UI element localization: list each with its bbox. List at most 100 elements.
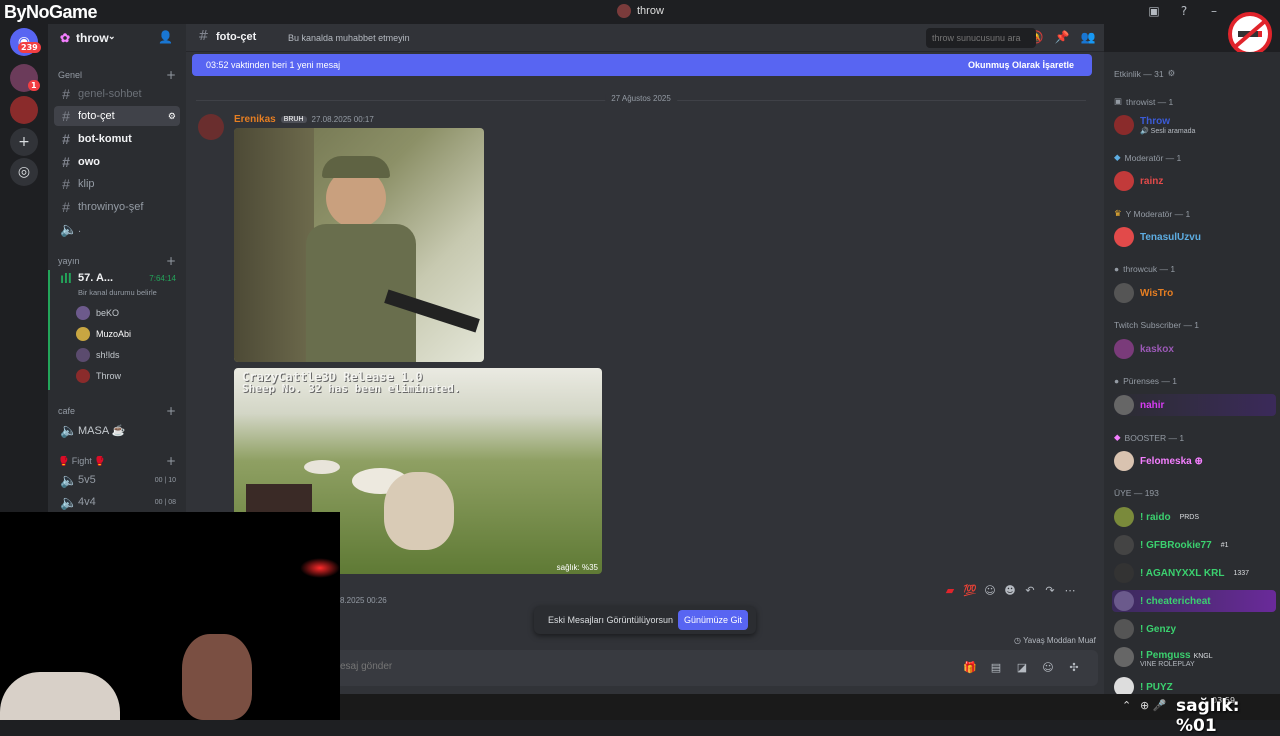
activity-header: Etkinlik — 31 ⚙ [1114, 68, 1175, 79]
role-icon: ● [1114, 264, 1120, 274]
attachment-image-soldier[interactable] [234, 128, 484, 362]
add-server-icon[interactable]: + [10, 128, 38, 156]
channel-status[interactable]: Bir kanal durumu belirle [78, 288, 157, 297]
emoji-icon[interactable]: ☺ [1040, 660, 1056, 676]
channel-sidebar: ✿ throw ⌄ 👤 Genel + # genel-sohbet # fot… [48, 24, 186, 514]
channel-throwinyo-sef[interactable]: # throwinyo-şef [54, 197, 180, 217]
voice-user[interactable]: MuzoAbi [76, 327, 131, 341]
new-messages-banner[interactable]: 03:52 vaktinden beri 1 yeni mesaj Okunmu… [192, 54, 1092, 76]
channel-dot[interactable]: 🔈 . [54, 219, 180, 239]
avatar [1114, 171, 1134, 191]
old-messages-bar: Eski Mesajları Görüntülüyorsun Günümüze … [534, 606, 756, 634]
invite-icon[interactable]: 👤 [158, 30, 173, 44]
member-row[interactable]: rainz [1112, 170, 1276, 192]
gift-icon[interactable]: 🎁 [962, 660, 978, 676]
channel-foto-cet[interactable]: # foto-çet ⚙ [54, 106, 180, 126]
member-row[interactable]: ! Pemguss KNGL VINE ROLEPLAY [1112, 646, 1276, 668]
channel-label: MASA ☕ [78, 424, 126, 437]
channel-genel-sohbet[interactable]: # genel-sohbet [54, 84, 180, 104]
search-input[interactable] [926, 28, 1036, 48]
category-yayin[interactable]: yayın [58, 256, 80, 266]
new-messages-text: 03:52 vaktinden beri 1 yeni mesaj [206, 60, 341, 70]
message-author[interactable]: Erenikas [234, 114, 276, 125]
member-row[interactable]: kaskox [1112, 338, 1276, 360]
member-row[interactable]: Throw 🔊 Sesli aramada [1112, 114, 1276, 136]
voice-user-name: sh!lds [96, 350, 120, 360]
role-title: ÜYE — 193 [1114, 488, 1159, 498]
voice-user[interactable]: sh!lds [76, 348, 120, 362]
member-row[interactable]: WisTro [1112, 282, 1276, 304]
pin-icon[interactable]: 📌 [1054, 30, 1070, 46]
reply-icon[interactable]: ↶ [1022, 583, 1038, 599]
voice-channel-masa[interactable]: 🔈 MASA ☕ [54, 420, 180, 440]
member-row[interactable]: Felomeska ⊕ [1112, 450, 1276, 472]
apps-icon[interactable]: ✣ [1066, 660, 1082, 676]
voice-channel-live[interactable]: ıll 57. A... 7:64:14 [54, 268, 180, 288]
avatar[interactable] [198, 114, 224, 140]
webcam-light [300, 558, 340, 578]
member-name: ! cheatericheat [1140, 595, 1211, 607]
server-icon-throw[interactable] [10, 96, 38, 124]
member-row[interactable]: TenasulUzvu [1112, 226, 1276, 248]
tray-icons[interactable]: ⊕ 🎤 [1140, 699, 1166, 712]
date-label: 27 Ağustos 2025 [605, 94, 677, 103]
category-cafe[interactable]: cafe [58, 406, 75, 416]
jump-to-present-button[interactable]: Günümüze Git [678, 610, 748, 630]
member-row[interactable]: ! cheatericheat [1112, 590, 1276, 612]
category-genel[interactable]: Genel [58, 70, 82, 80]
gif-icon[interactable]: ▤ [988, 660, 1004, 676]
add-channel-icon[interactable]: + [166, 254, 176, 268]
voice-channel-4v4[interactable]: 🔈 4v4 00 | 08 [54, 492, 180, 512]
voice-user[interactable]: Throw [76, 369, 121, 383]
server-header[interactable]: ✿ throw ⌄ 👤 [48, 24, 186, 52]
channel-klip[interactable]: # klip [54, 174, 180, 194]
channel-topic[interactable]: Bu kanalda muhabbet etmeyin [288, 33, 410, 43]
flag-reaction-icon[interactable]: ▰ [942, 583, 958, 599]
channel-label: . [78, 223, 82, 235]
channel-label: throwinyo-şef [78, 201, 144, 213]
add-channel-icon[interactable]: + [166, 404, 176, 418]
member-name: TenasulUzvu [1140, 231, 1201, 243]
category-fight[interactable]: 🥊 Fight 🥊 [58, 456, 105, 467]
emoji-reaction-icon[interactable]: ☺ [982, 583, 998, 599]
brand-logo: ByNoGame [4, 2, 98, 22]
server-tag[interactable]: BRUH [280, 116, 307, 123]
voice-channel-5v5[interactable]: 🔈 5v5 00 | 10 [54, 470, 180, 490]
voice-user[interactable]: beKO [76, 306, 119, 320]
help-icon[interactable]: ? [1176, 3, 1192, 19]
members-icon[interactable]: 👥 [1080, 30, 1096, 46]
explore-icon[interactable]: ◎ [10, 158, 38, 186]
member-row[interactable]: ! raido PRDS [1112, 506, 1276, 528]
member-name: Felomeska ⊕ [1140, 455, 1203, 467]
member-row[interactable]: ! GFBRookie77 #1 [1112, 534, 1276, 556]
settings-icon[interactable]: ⚙ [168, 111, 176, 122]
sheep [304, 460, 340, 474]
role-title: throwist — 1 [1126, 96, 1174, 107]
more-icon[interactable]: ⋯ [1062, 583, 1078, 599]
inbox-icon[interactable]: ▣ [1146, 3, 1162, 19]
add-channel-icon[interactable]: + [166, 454, 176, 468]
member-row[interactable]: ! AGANYXXL KRL 1337 [1112, 562, 1276, 584]
member-name: rainz [1140, 175, 1164, 187]
forward-icon[interactable]: ↷ [1042, 583, 1058, 599]
tray-chevron-icon[interactable]: ⌃ [1122, 699, 1131, 712]
member-row[interactable]: nahir [1112, 394, 1276, 416]
message-input[interactable] [340, 661, 840, 672]
member-status: 🔊 Sesli aramada [1140, 127, 1195, 135]
add-reaction-icon[interactable]: ☻ [1002, 583, 1018, 599]
hundred-reaction-icon[interactable]: 💯 [962, 583, 978, 599]
gear-icon[interactable]: ⚙ [1168, 68, 1176, 79]
channel-label: genel-sohbet [78, 88, 142, 100]
message-composer[interactable]: 🎁 ▤ ◪ ☺ ✣ [326, 650, 1098, 686]
sticker-icon[interactable]: ◪ [1014, 660, 1030, 676]
server-badge: 1 [28, 80, 40, 91]
mark-read-button[interactable]: Okunmuş Olarak İşaretle [968, 60, 1074, 70]
add-channel-icon[interactable]: + [166, 68, 176, 82]
channel-label: bot-komut [78, 133, 132, 145]
category-label: Fight [71, 456, 92, 466]
minimize-icon[interactable]: – [1206, 3, 1222, 19]
member-row[interactable]: ! Genzy [1112, 618, 1276, 640]
role-header: Twitch Subscriber — 1 [1114, 320, 1199, 330]
channel-owo[interactable]: # owo [54, 152, 180, 172]
channel-bot-komut[interactable]: # bot-komut [54, 129, 180, 149]
